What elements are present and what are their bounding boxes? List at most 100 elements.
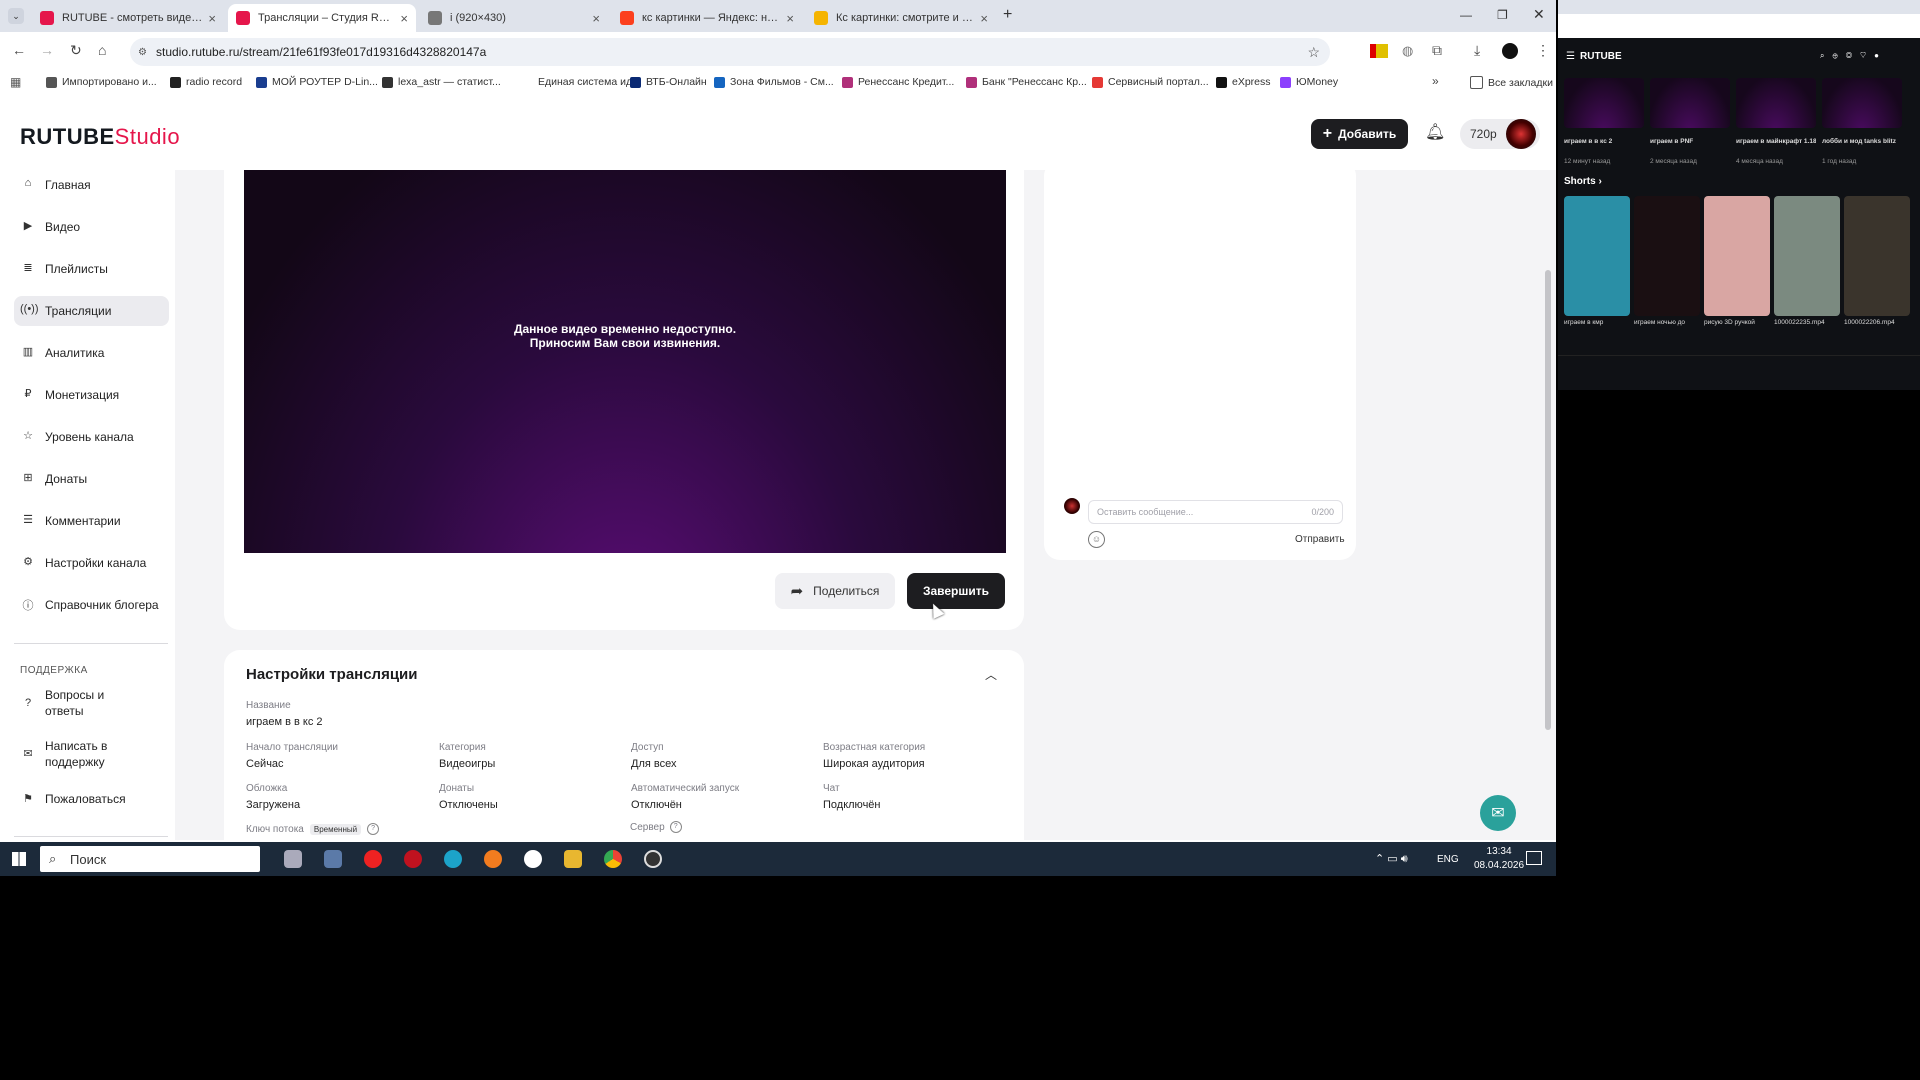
emoji-icon[interactable]: ☺ — [1088, 531, 1105, 548]
tab-search-icon[interactable]: ⌄ — [8, 8, 24, 24]
sidebar-item[interactable]: ((•)) Трансляции — [14, 296, 169, 326]
mini-menu-icon[interactable]: ☰ — [1566, 51, 1575, 62]
sidebar-item[interactable]: ▶ Видео — [14, 212, 169, 242]
tab-close-icon[interactable]: × — [400, 11, 408, 26]
support-chat-fab[interactable]: ✉ — [1480, 795, 1516, 831]
taskview-icon[interactable] — [284, 850, 302, 868]
firefox-icon[interactable] — [484, 850, 502, 868]
short-thumbnail[interactable] — [1564, 196, 1630, 316]
back-icon[interactable]: ← — [12, 42, 26, 58]
yandex-icon[interactable] — [364, 850, 382, 868]
notifications-bell-icon[interactable]: 🔔︎ — [1425, 122, 1445, 142]
server-help-icon[interactable]: ? — [669, 821, 682, 833]
chat-send-button[interactable]: Отправить — [1295, 534, 1345, 545]
yandex-browser-icon[interactable] — [524, 850, 542, 868]
explorer-icon[interactable] — [564, 850, 582, 868]
video-thumbnail[interactable] — [1822, 78, 1902, 128]
bookmark-item[interactable]: ВТБ-Онлайн — [630, 76, 707, 88]
sidebar-item[interactable]: ≣ Плейлисты — [14, 254, 169, 284]
bookmark-star-icon[interactable]: ☆ — [1307, 44, 1320, 61]
bookmark-item[interactable]: Зона Фильмов - См... — [714, 76, 834, 88]
browser-tab[interactable]: Кс картинки: смотрите и скач... × — [806, 4, 996, 32]
menu-kebab-icon[interactable]: ⋮ — [1536, 42, 1550, 59]
sidebar-item[interactable]: ☆ Уровень канала — [14, 422, 169, 452]
bookmark-item[interactable]: МОЙ РОУТЕР D-Lin... — [256, 76, 378, 88]
sidebar-item[interactable]: ⚙ Настройки канала — [14, 548, 169, 578]
close-window-icon[interactable]: ✕ — [1533, 6, 1545, 23]
extension-icon[interactable] — [1370, 44, 1388, 58]
browser-tab[interactable]: i (920×430) × — [420, 4, 608, 32]
opera-icon[interactable] — [404, 850, 422, 868]
bookmark-item[interactable]: radio record — [170, 76, 242, 88]
start-button[interactable] — [12, 852, 26, 866]
short-title[interactable]: рисую 3D ручкой — [1704, 319, 1770, 326]
bookmark-item[interactable]: lexa_astr — статист... — [382, 76, 501, 88]
video-thumbnail[interactable] — [1650, 78, 1730, 128]
obs-icon[interactable] — [644, 850, 662, 868]
sidebar-item[interactable]: ▥ Аналитика — [14, 338, 169, 368]
chat-message-input[interactable]: Оставить сообщение... 0/200 — [1088, 500, 1343, 524]
share-button[interactable]: ➦ Поделиться — [775, 573, 895, 609]
mini-rutube-logo[interactable]: RUTUBE — [1580, 51, 1622, 62]
bookmark-item[interactable]: eXpress — [1216, 76, 1271, 88]
short-thumbnail[interactable] — [1634, 196, 1700, 316]
browser-tab[interactable]: RUTUBE - смотреть видео он... × — [32, 4, 224, 32]
calculator-icon[interactable] — [324, 850, 342, 868]
support-item[interactable]: ✉ Написать в поддержку — [14, 736, 134, 772]
short-title[interactable]: 1000022235.mp4 — [1774, 319, 1840, 326]
video-title[interactable]: играем в майнкрафт 1.18.1 — [1736, 138, 1816, 145]
short-title[interactable]: играем в кмр — [1564, 319, 1630, 326]
bookmark-item[interactable]: Ренессанс Кредит... — [842, 76, 954, 88]
new-tab-button[interactable]: + — [1003, 6, 1012, 24]
translate-icon[interactable]: ◍ — [1402, 43, 1413, 59]
language-indicator[interactable]: ENG — [1437, 854, 1459, 865]
taskbar-search[interactable]: ⌕ Поиск — [40, 846, 260, 872]
finish-stream-button[interactable]: Завершить — [907, 573, 1005, 609]
profile-avatar[interactable] — [1502, 43, 1518, 59]
channel-avatar[interactable] — [1506, 119, 1536, 149]
video-title[interactable]: лобби и мод tanks blitz — [1822, 138, 1902, 145]
page-scrollbar[interactable] — [1545, 270, 1551, 730]
video-player[interactable] — [244, 170, 1006, 553]
sidebar-item[interactable]: ⓘ Справочник блогера — [14, 590, 169, 620]
video-thumbnail[interactable] — [1736, 78, 1816, 128]
support-item[interactable]: ⚑ Пожаловаться — [14, 784, 134, 814]
tab-close-icon[interactable]: × — [980, 11, 988, 26]
sidebar-item[interactable]: ⌂ Главная — [14, 170, 169, 200]
all-bookmarks[interactable]: Все закладки — [1470, 76, 1553, 89]
forward-icon[interactable]: → — [40, 42, 54, 58]
collapse-chevron-icon[interactable]: ︿ — [985, 666, 997, 683]
notifications-center-icon[interactable] — [1526, 851, 1542, 865]
stream-key-help-icon[interactable]: ? — [367, 823, 380, 835]
rutube-studio-logo[interactable]: RUTUBEStudio — [20, 124, 180, 150]
sidebar-item[interactable]: ⊞ Донаты — [14, 464, 169, 494]
support-item[interactable]: ? Вопросы и ответы — [14, 688, 134, 718]
tab-close-icon[interactable]: × — [208, 11, 216, 26]
browser-tab[interactable]: Трансляции – Студия RUTUBE × — [228, 4, 416, 32]
extensions-puzzle-icon[interactable]: ⧉ — [1432, 42, 1442, 59]
download-icon[interactable]: ⤓ — [1474, 42, 1480, 59]
tab-close-icon[interactable]: × — [592, 11, 600, 26]
add-button[interactable]: + Добавить — [1311, 119, 1408, 149]
bookmark-item[interactable]: ЮMoney — [1280, 76, 1338, 88]
home-browser-icon[interactable]: ⌂ — [98, 42, 106, 58]
video-title[interactable]: играем в PNF — [1650, 138, 1730, 145]
chrome-icon[interactable] — [604, 850, 622, 868]
tray-icons[interactable]: ⌃ ▭ 🔊︎ — [1375, 852, 1408, 866]
tab-close-icon[interactable]: × — [786, 11, 794, 26]
video-title[interactable]: играем в в кс 2 — [1564, 138, 1644, 145]
minimize-icon[interactable]: — — [1460, 8, 1472, 22]
bookmark-item[interactable]: Сервисный портал... — [1092, 76, 1209, 88]
bookmark-item[interactable]: Банк "Ренессанс Кр... — [966, 76, 1087, 88]
video-thumbnail[interactable] — [1564, 78, 1644, 128]
apps-grid-icon[interactable]: ▦ — [10, 75, 21, 89]
bookmark-item[interactable]: Импортировано и... — [46, 76, 157, 88]
address-bar[interactable]: ⚙ studio.rutube.ru/stream/21fe61f93fe017… — [130, 38, 1330, 66]
short-thumbnail[interactable] — [1844, 196, 1910, 316]
restore-icon[interactable]: ❐ — [1497, 8, 1508, 22]
bookmarks-more[interactable]: » — [1432, 74, 1439, 88]
short-thumbnail[interactable] — [1774, 196, 1840, 316]
short-thumbnail[interactable] — [1704, 196, 1770, 316]
shorts-title[interactable]: Shorts › — [1564, 176, 1602, 187]
site-info-icon[interactable]: ⚙ — [138, 47, 147, 58]
